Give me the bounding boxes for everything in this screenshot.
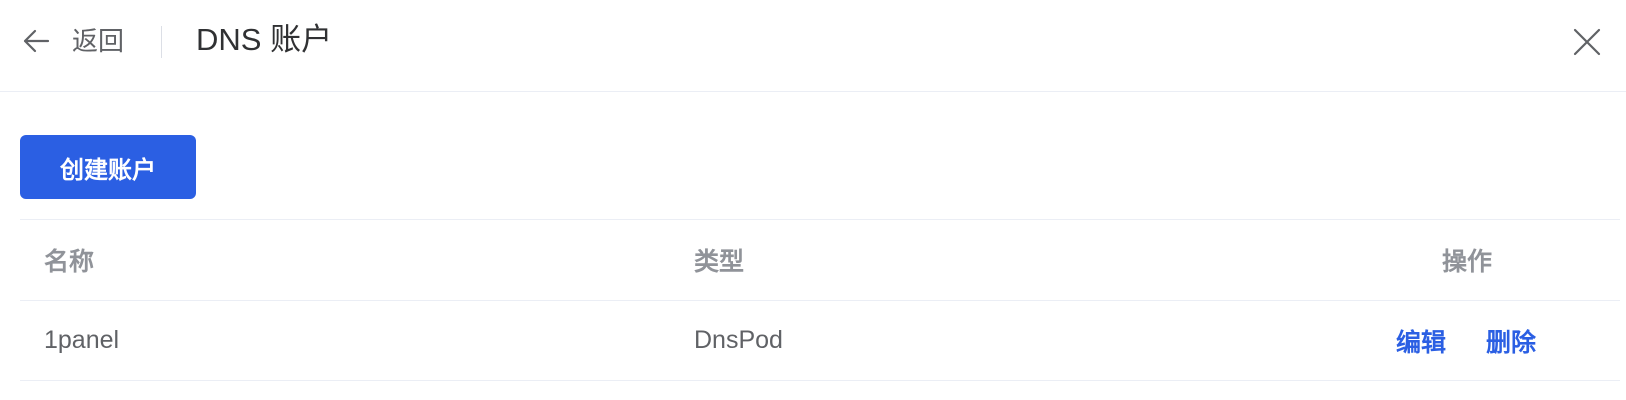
column-header-actions: 操作 [1442,248,1493,276]
cell-type: DnsPod [694,326,783,354]
column-header-name: 名称 [44,248,95,276]
edit-button[interactable]: 编辑 [1396,301,1446,380]
table-row: 1panel DnsPod 编辑 删除 [20,301,1620,381]
page-title: DNS 账户 [196,22,333,57]
arrow-left-icon[interactable] [22,28,50,54]
cell-name: 1panel [44,326,120,354]
create-account-button[interactable]: 创建账户 [20,135,196,199]
table-header-row: 名称 类型 操作 [20,220,1620,301]
close-icon[interactable] [1572,27,1602,57]
dns-account-table: 名称 类型 操作 1panel DnsPod 编辑 删除 [20,219,1620,381]
delete-button[interactable]: 删除 [1486,301,1536,380]
back-button[interactable]: 返回 [72,22,124,60]
drawer-header: 返回 DNS 账户 [0,0,1626,92]
header-divider [161,26,162,58]
column-header-type: 类型 [694,248,745,276]
